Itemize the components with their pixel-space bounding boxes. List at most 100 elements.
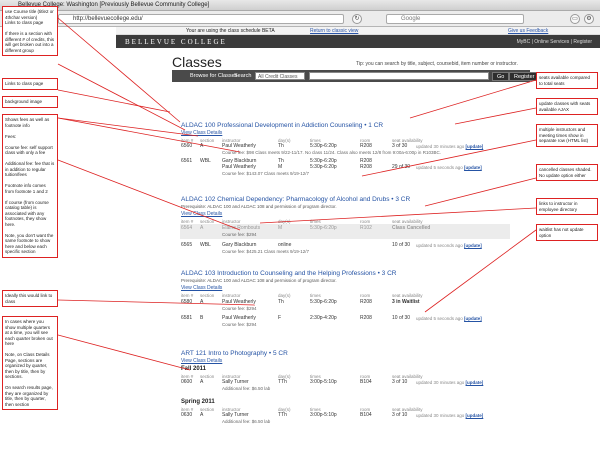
cell: B104 [360, 412, 372, 418]
column-header: room [360, 293, 371, 298]
go-button[interactable]: Go [492, 71, 510, 81]
cell: 5:30p-6:20p [310, 164, 337, 170]
right-annotation: update classes with seats available AJAX [536, 98, 598, 115]
seat-availability: 10 of 30 [392, 315, 411, 321]
fee-note: Course fee: $143.07 Class meets 9/19-12/… [222, 171, 310, 176]
instructor-link[interactable]: Gary Blackburn [222, 242, 256, 248]
fee-note: Course fee: $294 [222, 232, 257, 237]
fee-note: Course fee: $425.21 Class meets 9/19-12/… [222, 249, 310, 254]
search-bar: Browse for Classes Search All Credit Cla… [172, 70, 540, 82]
cell: 6581 [181, 315, 193, 321]
cell: R208 [360, 299, 372, 305]
course-title[interactable]: ART 121 Intro to Photography • 5 CR [181, 350, 288, 357]
quarter-heading: Fall 2011 [181, 366, 207, 372]
address-bar[interactable]: http://bellevuecollege.edu/ [58, 14, 344, 24]
cell: 5:30p-6:20p [310, 225, 337, 231]
right-annotation: cancelled classes shaded. No update opti… [536, 164, 598, 181]
cell: 0600 [181, 379, 193, 385]
course-title[interactable]: ALDAC 100 Professional Development in Ad… [181, 122, 383, 129]
cell: WBL [200, 158, 211, 164]
right-annotation: links to instructor in employee director… [536, 198, 598, 215]
cell: B104 [360, 379, 372, 385]
credit-class-select[interactable]: All Credit Classes [255, 72, 305, 80]
seat-availability: 3 of 10 [392, 412, 408, 418]
course-title[interactable]: ALDAC 102 Chemical Dependency: Pharmacol… [181, 196, 410, 203]
update-button[interactable]: [update] [466, 413, 484, 418]
view-class-details-link[interactable]: View Class Details [181, 358, 222, 364]
cell: 6565 [181, 242, 193, 248]
search-label: Search [234, 72, 252, 79]
search-placeholder: Google [401, 16, 421, 22]
college-logo[interactable]: BELLEVUE COLLEGE [125, 38, 227, 46]
update-button[interactable]: [update] [464, 243, 482, 248]
cell: 6580 [181, 299, 193, 305]
cell: F [278, 315, 282, 321]
view-class-details-link[interactable]: View Class Details [181, 211, 222, 217]
instructor-link[interactable]: Paul Weatherly [222, 315, 256, 321]
left-annotation: background image [2, 96, 58, 108]
prerequisite: Prerequisite: ALDAC 100 and ALDAC 108 an… [181, 204, 337, 209]
address-text: http://bellevuecollege.edu/ [73, 16, 143, 22]
update-button[interactable]: [update] [466, 144, 484, 149]
instructor-link[interactable]: Sally Turner [222, 379, 249, 385]
classic-view-link[interactable]: Return to classic view [310, 28, 358, 34]
update-status: updated 30 minutes ago [update] [416, 412, 484, 418]
update-button[interactable]: [update] [464, 165, 482, 170]
right-annotation: waitlist has not update option [536, 224, 598, 241]
reload-icon[interactable]: ↻ [352, 14, 362, 24]
instructor-link[interactable]: Sally Turner [222, 412, 249, 418]
cell: TTh [278, 379, 287, 385]
cell: 5:30p-6:20p [310, 143, 337, 149]
cell: M [278, 225, 283, 231]
gear-icon[interactable]: ⚙ [584, 14, 594, 24]
column-header: day(s) [278, 293, 291, 298]
column-header: instructor [222, 293, 241, 298]
browser-search-input[interactable]: Google [386, 14, 524, 24]
view-class-details-link[interactable]: View Class Details [181, 130, 222, 136]
prerequisite: Prerequisite: ALDAC 100 and ALDAC 108 an… [181, 278, 337, 283]
instructor-link[interactable]: Paul Weatherly [222, 164, 256, 170]
update-button[interactable]: [update] [466, 380, 484, 385]
cell: 6560 [181, 143, 193, 149]
view-class-details-link[interactable]: View Class Details [181, 285, 222, 291]
column-header: seat availability [392, 293, 423, 298]
instructor-link[interactable]: Elaine Rombouts [222, 225, 260, 231]
fee-note: Course fee: $294 [222, 322, 257, 327]
header-links[interactable]: MyBC | Online Services | Register [517, 39, 592, 45]
cell: R208 [360, 164, 372, 170]
instructor-link[interactable]: Paul Weatherly [222, 299, 256, 305]
beta-text: Your are using the class schedule BETA [186, 28, 275, 34]
column-header: times [310, 293, 321, 298]
left-annotation: Links to class page [2, 78, 58, 90]
right-annotation: multiple instructors and meeting times s… [536, 124, 598, 147]
beta-notice: Your are using the class schedule BETA R… [116, 27, 600, 35]
browse-classes-link[interactable]: Browse for Classes [190, 73, 237, 79]
update-button[interactable]: [update] [464, 316, 482, 321]
register-button[interactable]: Register [509, 71, 540, 81]
fee-note: Additional fee: $6.50 lab [222, 386, 271, 391]
left-annotation: Ideally this would link to class [2, 290, 58, 307]
cell: WBL [200, 242, 211, 248]
update-status: updated 5 seconds ago [update] [416, 315, 482, 321]
left-annotation: use Course title (title2 or 4thchar vers… [2, 6, 58, 56]
course-title[interactable]: ALDAC 103 Introduction to Counseling and… [181, 270, 396, 277]
cell: 2:30p-4:20p [310, 315, 337, 321]
cell: 0630 [181, 412, 193, 418]
column-header: item # [181, 293, 194, 298]
page-title: Classes [172, 54, 222, 70]
page-menu-icon[interactable]: ▭ [570, 14, 580, 24]
cell: 3:00p-5:10p [310, 379, 337, 385]
instructor-link[interactable]: Paul Weatherly [222, 143, 256, 149]
seat-availability: 3 of 30 [392, 143, 408, 149]
column-header: section [200, 293, 215, 298]
cell: A [200, 412, 204, 418]
site-header: BELLEVUE COLLEGE MyBC | Online Services … [116, 35, 600, 48]
cell: A [200, 299, 204, 305]
seat-availability: 10 of 30 [392, 242, 411, 248]
search-input[interactable] [309, 72, 489, 80]
cell: R208 [360, 315, 372, 321]
feedback-link[interactable]: Give us Feedback [508, 28, 548, 34]
cell: B [200, 315, 204, 321]
seat-availability: Class Cancelled [392, 225, 431, 231]
cell: 6561 [181, 158, 193, 164]
